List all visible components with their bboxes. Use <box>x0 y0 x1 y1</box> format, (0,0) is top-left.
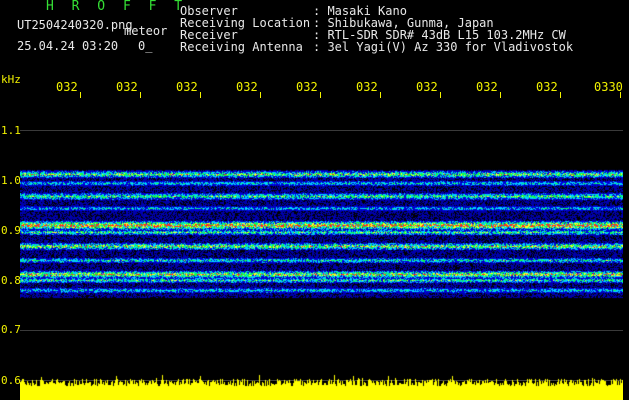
app-title: H R O F F T <box>46 0 188 14</box>
spectrogram-screen: H R O F F T UT2504240320.png meteor 25.0… <box>0 0 629 400</box>
meteor-count: 0_ <box>138 39 153 53</box>
time-tick: 032 <box>296 80 318 94</box>
time-tick: 032 <box>536 80 558 94</box>
time-tick: 032 <box>176 80 198 94</box>
date-time: 25.04.24 03:20 <box>17 39 119 53</box>
file-name: UT2504240320.png <box>17 18 133 32</box>
time-tick: 032 <box>236 80 258 94</box>
time-tick: 032 <box>116 80 138 94</box>
freq-tick: 0.6 <box>1 374 21 387</box>
time-tick: 032 <box>416 80 438 94</box>
freq-tick: 1.0 <box>1 174 21 187</box>
unit-label: kHz <box>1 73 21 86</box>
freq-tick: 0.8 <box>1 274 21 287</box>
antenna-value: : 3el Yagi(V) Az 330 for Vladivostok <box>313 40 574 54</box>
antenna-label: Receiving Antenna <box>180 40 303 54</box>
meteor-label: meteor <box>124 24 168 38</box>
freq-tick: 0.9 <box>1 224 21 237</box>
freq-tick: 1.1 <box>1 124 21 137</box>
time-tick: 0330 <box>594 80 623 94</box>
time-tick: 032 <box>56 80 78 94</box>
time-tick: 032 <box>356 80 378 94</box>
spectrogram-canvas <box>20 98 623 400</box>
time-tick: 032 <box>476 80 498 94</box>
freq-tick: 0.7 <box>1 323 21 336</box>
